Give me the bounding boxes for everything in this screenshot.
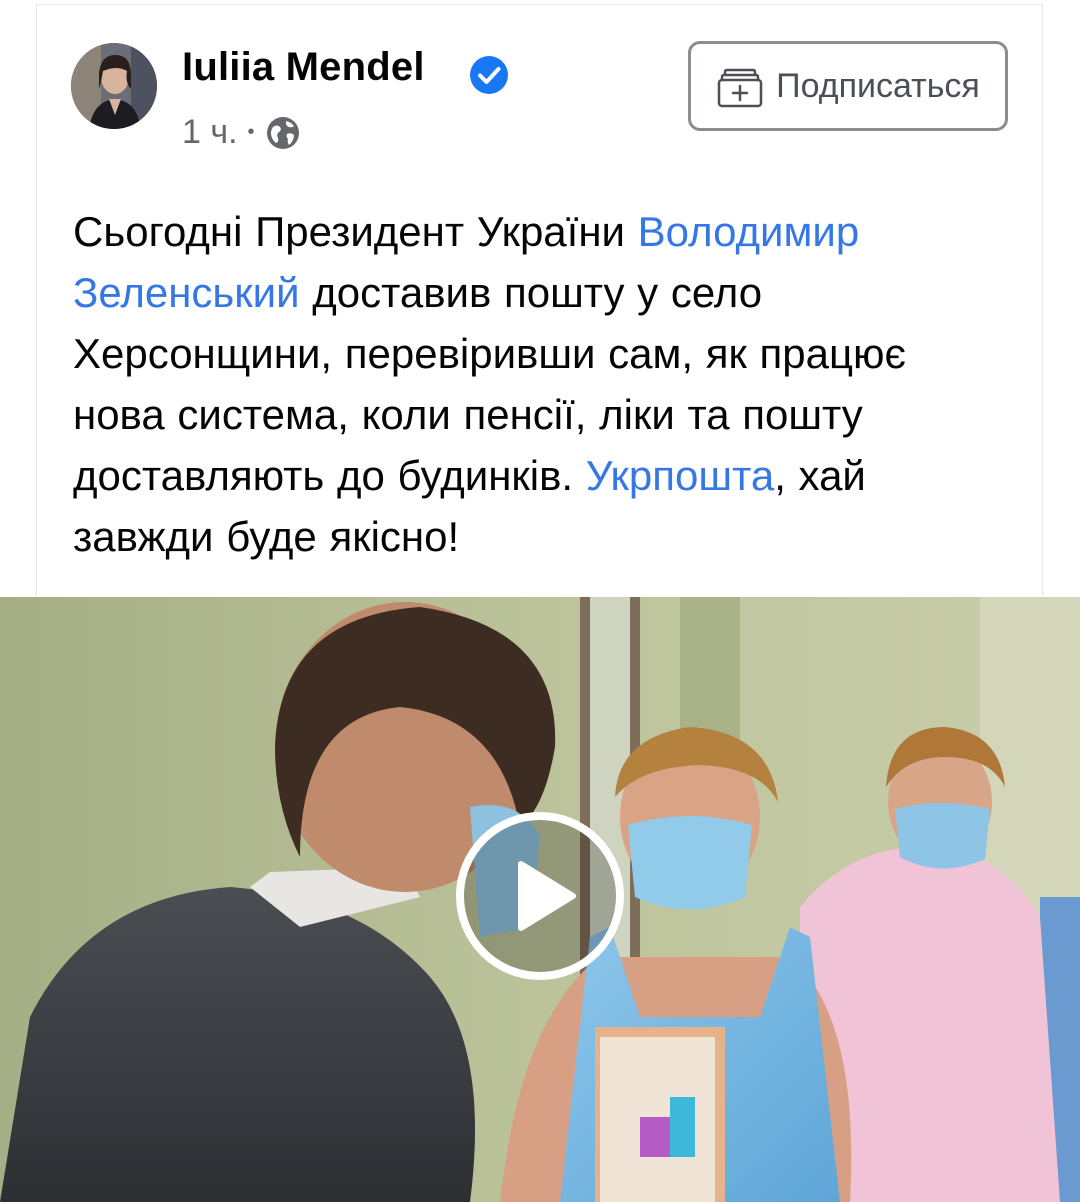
post-timestamp[interactable]: 1 ч. — [182, 113, 238, 152]
post-card: Iuliia Mendel 1 ч. • Подписаться Сьогодн… — [36, 4, 1043, 596]
author-name[interactable]: Iuliia Mendel — [182, 45, 425, 90]
post-meta: 1 ч. • — [182, 113, 301, 152]
verified-badge-icon — [470, 56, 508, 94]
meta-separator: • — [247, 121, 255, 143]
avatar-photo — [71, 43, 157, 129]
globe-icon — [266, 116, 299, 149]
add-feed-icon — [717, 68, 763, 108]
post-text: Сьогодні Президент України Володимир Зел… — [73, 201, 1003, 567]
author-avatar[interactable] — [71, 43, 157, 129]
mention-link-ukrposhta[interactable]: Укрпошта — [586, 452, 774, 499]
post-text-segment: Сьогодні Президент України — [73, 208, 638, 255]
play-icon[interactable] — [449, 812, 631, 980]
follow-button-label: Подписаться — [776, 66, 980, 105]
follow-button[interactable]: Подписаться — [688, 41, 1008, 131]
